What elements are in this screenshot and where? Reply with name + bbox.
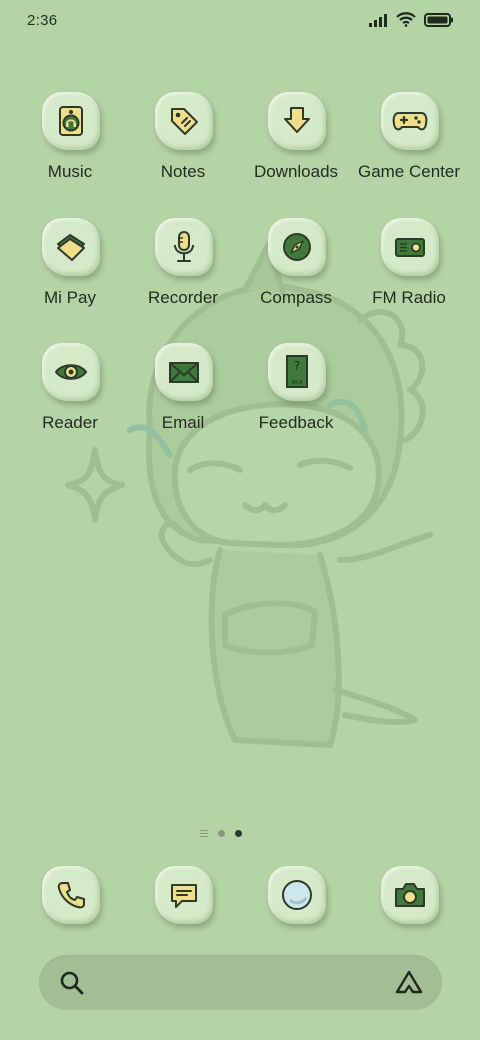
app-downloads[interactable]: Downloads (240, 92, 352, 212)
app-music[interactable]: Music (14, 92, 126, 212)
app-game-center[interactable]: Game Center (353, 92, 465, 212)
notes-tile[interactable] (155, 92, 213, 150)
app-label: Email (161, 413, 205, 432)
app-recorder[interactable]: Recorder (127, 218, 239, 338)
page-dot-active (235, 830, 242, 837)
feedback-book-icon: ? MIUI (286, 355, 308, 388)
app-label: Downloads (253, 162, 339, 181)
envelope-icon (169, 362, 199, 383)
app-label: Game Center (357, 162, 461, 181)
page-indicator-list (200, 830, 208, 837)
music-tile[interactable] (42, 92, 100, 150)
app-label: FM Radio (372, 288, 446, 307)
app-label: Feedback (258, 413, 334, 432)
camera-icon (395, 883, 425, 907)
svg-text:MIUI: MIUI (292, 380, 303, 386)
app-label: Recorder (148, 288, 218, 307)
battery-icon (424, 12, 453, 27)
eye-icon (54, 364, 88, 380)
app-fm-radio[interactable]: FM Radio (353, 218, 465, 338)
fm-radio-tile[interactable] (381, 218, 439, 276)
app-feedback[interactable]: ? MIUI Feedback (240, 343, 352, 463)
app-label: Mi Pay (44, 288, 96, 307)
status-icons (368, 12, 454, 27)
status-bar: 2:36 (0, 0, 480, 44)
browser-icon (282, 880, 312, 910)
compass-tile[interactable] (268, 218, 326, 276)
wifi-icon (396, 12, 416, 27)
phone-icon (57, 882, 85, 909)
dock-messages[interactable] (155, 866, 213, 924)
signal-icon (369, 13, 387, 27)
app-compass[interactable]: Compass (240, 218, 352, 338)
search-icon[interactable] (59, 970, 85, 996)
radio-icon (395, 238, 425, 257)
downloads-tile[interactable] (268, 92, 326, 150)
tag-icon (171, 108, 198, 135)
app-notes[interactable]: Notes (127, 92, 239, 212)
compass-icon (283, 233, 311, 261)
dock-camera[interactable] (381, 866, 439, 924)
gamepad-icon (392, 112, 428, 131)
app-label: Compass (260, 288, 332, 307)
app-label: Notes (160, 162, 206, 181)
page-indicator[interactable] (200, 830, 242, 837)
feedback-tile[interactable]: ? MIUI (268, 343, 326, 401)
app-email[interactable]: Email (127, 343, 239, 463)
mi-pay-tile[interactable] (42, 218, 100, 276)
app-label: Music (47, 162, 93, 181)
microphone-icon (174, 231, 194, 262)
app-mi-pay[interactable]: Mi Pay (14, 218, 126, 338)
assistant-icon[interactable] (394, 969, 424, 997)
dock-browser[interactable] (268, 866, 326, 924)
app-label: Reader (42, 413, 98, 432)
app-reader[interactable]: Reader (14, 343, 126, 463)
messages-icon (171, 884, 197, 908)
page-dot (218, 830, 225, 837)
reader-tile[interactable] (42, 343, 100, 401)
status-time: 2:36 (27, 12, 58, 29)
download-arrow-icon (284, 107, 310, 133)
wallet-icon (57, 234, 85, 261)
search-bar[interactable] (39, 955, 442, 1010)
music-icon (59, 106, 83, 136)
svg-text:?: ? (294, 359, 300, 373)
dock-phone[interactable] (42, 866, 100, 924)
game-center-tile[interactable] (381, 92, 439, 150)
recorder-tile[interactable] (155, 218, 213, 276)
email-tile[interactable] (155, 343, 213, 401)
